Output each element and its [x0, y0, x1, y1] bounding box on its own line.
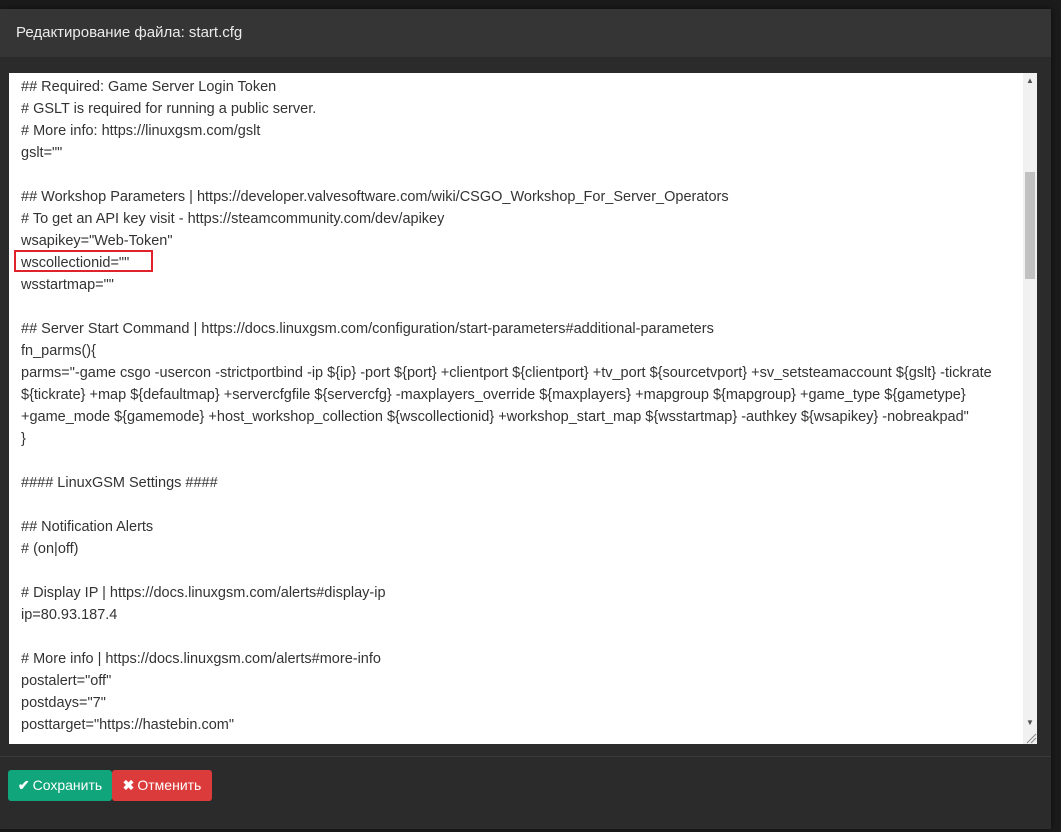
check-icon: ✔	[17, 777, 30, 793]
save-button[interactable]: ✔ Сохранить	[8, 770, 112, 801]
dialog-body: ## Required: Game Server Login Token # GS…	[0, 57, 1051, 756]
scrollbar-thumb[interactable]	[1025, 172, 1035, 279]
editor-scrollbar[interactable]: ▲ ▼	[1023, 73, 1037, 744]
config-line: wsapikey="Web-Token"	[21, 233, 173, 249]
scroll-up-icon[interactable]: ▲	[1023, 74, 1037, 88]
cancel-button-label: Отменить	[137, 777, 202, 793]
dialog-footer: ✔ Сохранить ✖ Отменить	[0, 756, 1051, 829]
config-line	[21, 450, 1017, 472]
config-line: postalert="off"	[21, 673, 112, 689]
config-text: ## Required: Game Server Login Token # GS…	[21, 76, 1017, 736]
scroll-down-icon[interactable]: ▼	[1023, 716, 1037, 730]
config-line	[21, 296, 1017, 318]
config-line	[21, 626, 1017, 648]
config-line: # To get an API key visit - https://stea…	[21, 211, 445, 227]
config-line	[21, 164, 1017, 186]
dialog-header: Редактирование файла: start.cfg	[0, 9, 1051, 57]
config-line: wscollectionid=""	[21, 255, 130, 271]
config-line: ## Workshop Parameters | https://develop…	[21, 189, 729, 205]
config-line: wsstartmap=""	[21, 277, 114, 293]
config-line: #### LinuxGSM Settings ####	[21, 475, 218, 491]
config-line: ## Notification Alerts	[21, 519, 154, 535]
resize-handle-icon[interactable]	[1023, 730, 1037, 744]
config-line: }	[21, 431, 26, 447]
config-line: ip=80.93.187.4	[21, 607, 118, 623]
config-line: # Display IP | https://docs.linuxgsm.com…	[21, 585, 386, 601]
highlight-annotation	[14, 250, 153, 272]
config-line: ## Required: Game Server Login Token	[21, 79, 277, 95]
config-line: gslt=""	[21, 145, 63, 161]
config-line: postdays="7"	[21, 695, 106, 711]
close-icon: ✖	[122, 777, 135, 793]
edit-file-dialog: Редактирование файла: start.cfg ## Requi…	[0, 9, 1051, 829]
config-textarea[interactable]: ## Required: Game Server Login Token # GS…	[9, 73, 1037, 744]
save-button-label: Сохранить	[32, 777, 103, 793]
config-line	[21, 494, 1017, 516]
config-line: # GSLT is required for running a public …	[21, 101, 317, 117]
config-line: parms="-game csgo -usercon -strictportbi…	[21, 365, 996, 425]
config-line: # More info: https://linuxgsm.com/gslt	[21, 123, 261, 139]
config-line: # (on|off)	[21, 541, 79, 557]
cancel-button[interactable]: ✖ Отменить	[112, 770, 212, 801]
config-line: ## Server Start Command | https://docs.l…	[21, 321, 714, 337]
config-line: fn_parms(){	[21, 343, 96, 359]
dialog-title: Редактирование файла: start.cfg	[16, 24, 243, 41]
config-line: # More info | https://docs.linuxgsm.com/…	[21, 651, 381, 667]
config-line	[21, 560, 1017, 582]
config-line: posttarget="https://hastebin.com"	[21, 717, 235, 733]
